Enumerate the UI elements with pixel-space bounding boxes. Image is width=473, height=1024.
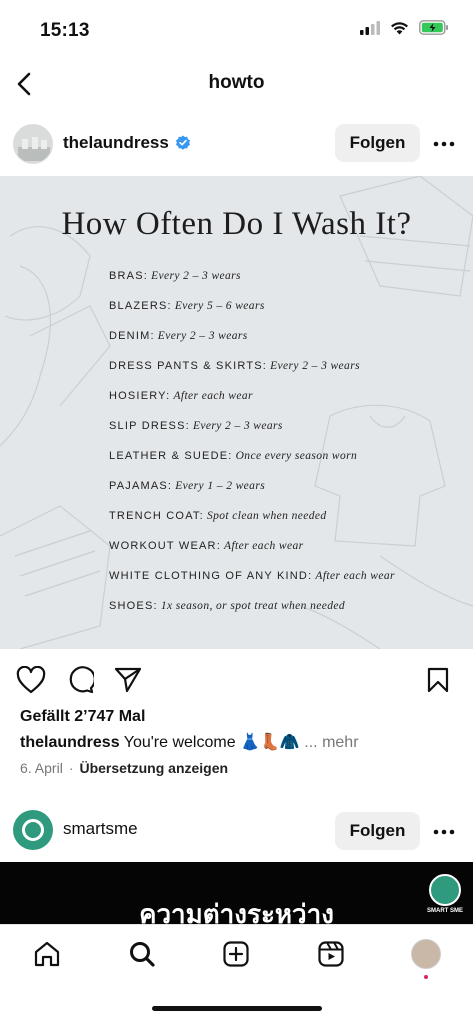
page-title: howto: [208, 72, 265, 93]
plus-square-icon: [223, 941, 249, 967]
reels-icon: [318, 941, 344, 967]
verified-badge-icon: [175, 135, 190, 150]
post-image[interactable]: How Often Do I Wash It? BRAS: Every 2 – …: [0, 176, 473, 649]
cellular-signal-icon: [360, 20, 380, 40]
share-button[interactable]: [112, 664, 144, 696]
wifi-icon: [390, 21, 409, 40]
avatar[interactable]: [13, 124, 53, 164]
caption-username[interactable]: thelaundress: [20, 734, 120, 751]
wash-item: BLAZERS: Every 5 – 6 wears: [109, 296, 395, 326]
post-header: thelaundress Folgen: [0, 120, 473, 168]
battery-icon: [419, 20, 449, 40]
comment-icon: [69, 666, 94, 694]
wash-category: SHOES:: [109, 600, 158, 612]
bookmark-icon: [427, 667, 449, 693]
wash-category: BRAS:: [109, 270, 149, 282]
tab-search[interactable]: [125, 937, 159, 971]
wash-category: HOSIERY:: [109, 390, 171, 402]
more-horizontal-icon: [433, 141, 455, 147]
follow-button[interactable]: Folgen: [335, 124, 420, 162]
wash-category: TRENCH COAT:: [109, 510, 204, 522]
avatar[interactable]: [13, 810, 53, 850]
wash-frequency: Every 2 – 3 wears: [157, 330, 248, 342]
next-post-image-text: ความต่างระหว่าง: [139, 900, 334, 924]
smart-sme-logo-text: SMART SME: [427, 908, 463, 914]
next-post-username[interactable]: smartsme: [63, 819, 138, 839]
wash-frequency: After each wear: [173, 390, 253, 402]
translate-link[interactable]: Übersetzung anzeigen: [79, 760, 228, 776]
wash-item: BRAS: Every 2 – 3 wears: [109, 266, 395, 296]
wash-category: DRESS PANTS & SKIRTS:: [109, 360, 268, 372]
wash-category: DENIM:: [109, 330, 155, 342]
likes-count[interactable]: Gefällt 2’747 Mal: [20, 708, 145, 726]
wash-item: SHOES: 1x season, or spot treat when nee…: [109, 596, 395, 626]
post-username[interactable]: thelaundress: [63, 133, 191, 153]
wash-list: BRAS: Every 2 – 3 wears BLAZERS: Every 5…: [109, 266, 395, 626]
wash-item: PAJAMAS: Every 1 – 2 wears: [109, 476, 395, 506]
more-horizontal-icon: [433, 829, 455, 835]
wash-item: WORKOUT WEAR: After each wear: [109, 536, 395, 566]
wash-frequency: Every 5 – 6 wears: [174, 300, 265, 312]
wash-item: SLIP DRESS: Every 2 – 3 wears: [109, 416, 395, 446]
image-title: How Often Do I Wash It?: [61, 206, 412, 242]
meta-separator: ·: [68, 760, 74, 776]
wash-frequency: Once every season worn: [235, 450, 358, 462]
post-date: 6. April: [20, 760, 63, 776]
home-indicator: [152, 1006, 322, 1011]
post-action-bar: [0, 660, 473, 700]
search-icon: [130, 942, 155, 967]
tab-home[interactable]: [30, 937, 64, 971]
smart-sme-logo-icon: [429, 874, 461, 906]
wash-frequency: After each wear: [224, 540, 304, 552]
post-meta: 6. April · Übersetzung anzeigen: [20, 760, 228, 776]
post-caption: thelaundress You're welcome 👗👢🧥 ... mehr: [20, 732, 359, 752]
more-options-button[interactable]: [429, 130, 459, 158]
wash-item: WHITE CLOTHING OF ANY KIND: After each w…: [109, 566, 395, 596]
home-icon: [34, 941, 60, 967]
caption-text: You're welcome 👗👢🧥: [123, 734, 300, 751]
wash-frequency: Every 2 – 3 wears: [270, 360, 360, 372]
wash-item: DENIM: Every 2 – 3 wears: [109, 326, 395, 356]
wash-frequency: After each wear: [315, 570, 395, 582]
next-post-image[interactable]: ความต่างระหว่าง SMART SME: [0, 862, 473, 924]
wash-category: SLIP DRESS:: [109, 420, 190, 432]
wash-category: LEATHER & SUEDE:: [109, 450, 233, 462]
follow-button[interactable]: Folgen: [335, 812, 420, 850]
wash-frequency: Every 2 – 3 wears: [151, 270, 241, 282]
tab-create[interactable]: [219, 937, 253, 971]
wash-frequency: 1x season, or spot treat when needed: [160, 600, 346, 612]
caption-more-link[interactable]: ... mehr: [304, 734, 358, 751]
wash-frequency: Every 2 – 3 wears: [192, 420, 283, 432]
wash-frequency: Every 1 – 2 wears: [175, 480, 266, 492]
heart-icon: [16, 666, 46, 694]
wash-item: LEATHER & SUEDE: Once every season worn: [109, 446, 395, 476]
wash-category: WORKOUT WEAR:: [109, 540, 221, 552]
wash-item: TRENCH COAT: Spot clean when needed: [109, 506, 395, 536]
tab-profile[interactable]: [409, 937, 443, 971]
more-options-button[interactable]: [429, 818, 459, 846]
tab-reels[interactable]: [314, 937, 348, 971]
wash-category: BLAZERS:: [109, 300, 172, 312]
send-icon: [114, 667, 142, 693]
wash-frequency: Spot clean when needed: [206, 510, 327, 522]
wash-category: PAJAMAS:: [109, 480, 173, 492]
status-time: 15:13: [40, 20, 90, 41]
like-button[interactable]: [15, 664, 47, 696]
wash-item: HOSIERY: After each wear: [109, 386, 395, 416]
next-post-header: smartsme Folgen: [0, 808, 473, 856]
profile-avatar: [411, 939, 441, 969]
status-icons: [360, 20, 449, 40]
wash-item: DRESS PANTS & SKIRTS: Every 2 – 3 wears: [109, 356, 395, 386]
smartsme-logo-icon: [22, 819, 44, 841]
wash-category: WHITE CLOTHING OF ANY KIND:: [109, 570, 313, 582]
username-label[interactable]: thelaundress: [63, 133, 169, 153]
status-bar: 15:13: [0, 0, 473, 60]
comment-button[interactable]: [64, 664, 96, 696]
notification-dot: [424, 975, 428, 979]
save-button[interactable]: [422, 664, 454, 696]
nav-bar: howto: [0, 60, 473, 108]
